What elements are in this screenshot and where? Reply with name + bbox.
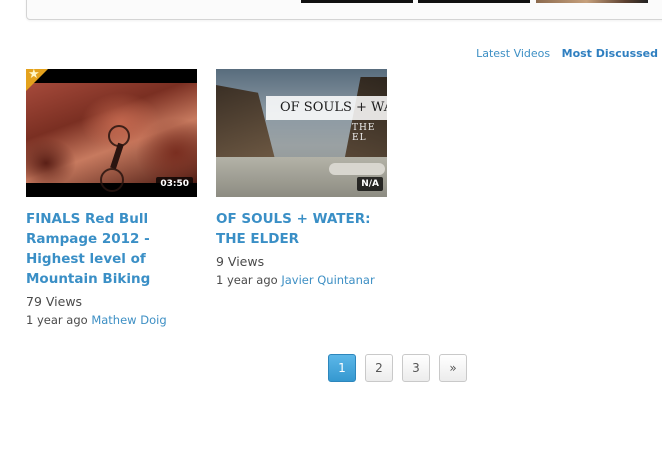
strip-thumbnail[interactable] <box>418 0 530 3</box>
video-duration: N/A <box>357 177 383 191</box>
strip-thumbnail[interactable] <box>536 0 648 3</box>
tab-most-discussed[interactable]: Most Discussed <box>562 47 658 60</box>
video-thumbnail[interactable]: OF SOULS + WATER THE EL N/A <box>216 69 387 197</box>
author-link[interactable]: Mathew Doig <box>91 313 166 327</box>
view-count: 9 Views <box>216 254 265 269</box>
video-thumbnail[interactable]: ★ 03:50 <box>26 69 197 197</box>
video-title-link[interactable]: OF SOULS + WATER: THE ELDER <box>216 209 391 249</box>
video-card: ★ 03:50 FINALS Red Bull Rampage 2012 - H… <box>26 69 201 327</box>
video-meta: 1 year ago Javier Quintanar <box>216 273 391 287</box>
video-meta: 1 year ago Mathew Doig <box>26 313 201 327</box>
upload-age: 1 year ago <box>26 313 88 327</box>
strip-thumbnail[interactable] <box>301 0 413 3</box>
video-duration: 03:50 <box>156 177 193 191</box>
page-2-button[interactable]: 2 <box>365 354 393 382</box>
top-content-panel <box>26 0 662 20</box>
next-page-button[interactable]: » <box>439 354 467 382</box>
video-card: OF SOULS + WATER THE EL N/A OF SOULS + W… <box>216 69 391 287</box>
upload-age: 1 year ago <box>216 273 278 287</box>
video-sort-tabs: Latest Videos Most Discussed <box>476 47 658 60</box>
page-1-button[interactable]: 1 <box>328 354 356 382</box>
author-link[interactable]: Javier Quintanar <box>281 273 374 287</box>
page-3-button[interactable]: 3 <box>402 354 430 382</box>
thumbnail-image <box>26 83 197 192</box>
tab-latest-videos[interactable]: Latest Videos <box>476 47 550 60</box>
thumbnail-subtitle-text: THE EL <box>352 123 376 143</box>
video-title-link[interactable]: FINALS Red Bull Rampage 2012 - Highest l… <box>26 209 201 289</box>
star-icon: ★ <box>28 69 40 82</box>
thumbnail-title-text: OF SOULS + WATER <box>266 96 387 120</box>
view-count: 79 Views <box>26 294 83 309</box>
